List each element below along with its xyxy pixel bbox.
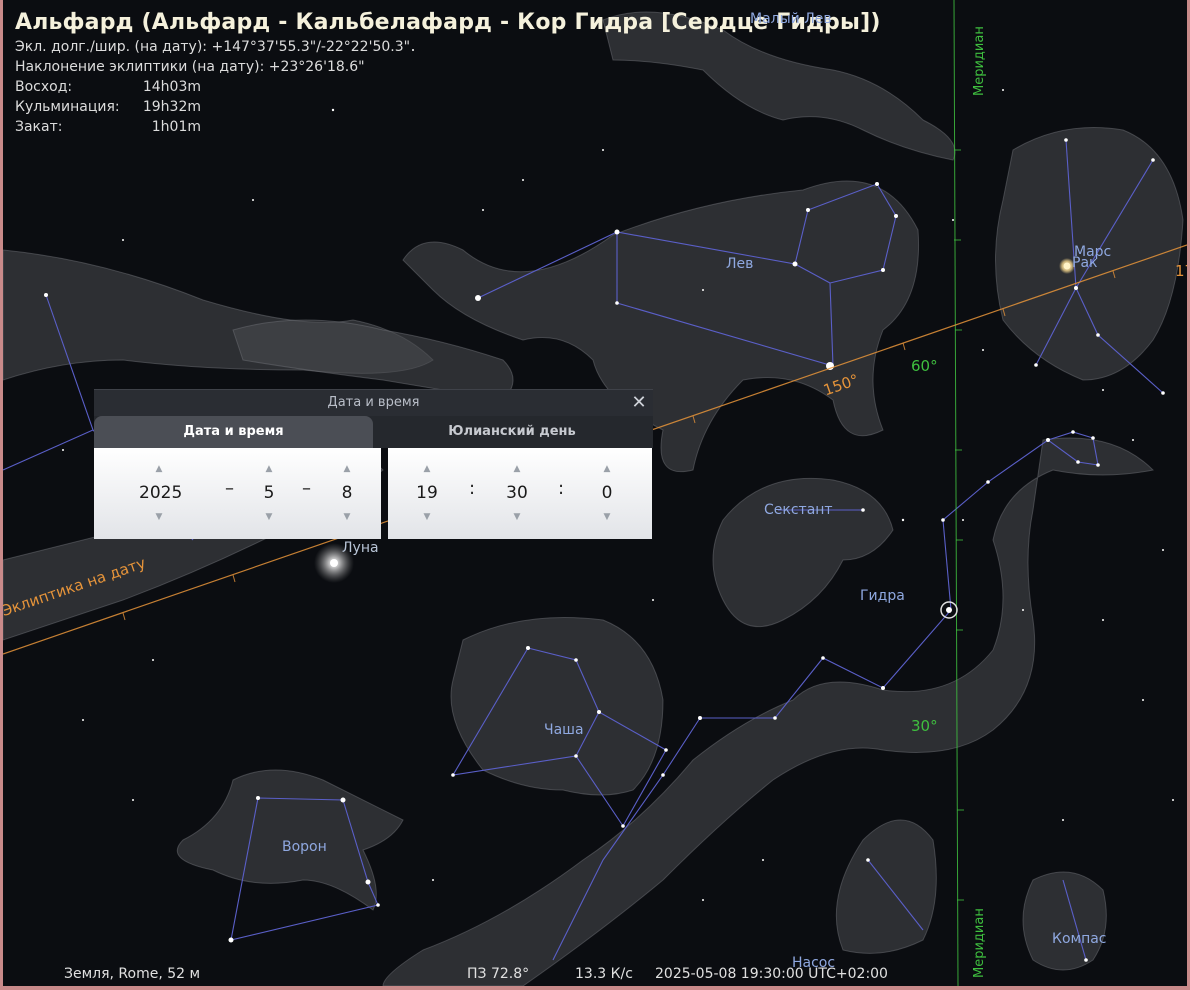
time-separator: : [469,478,476,499]
culmination-value: 19h32m [142,99,201,115]
year-up-arrow-icon[interactable]: ▲ [139,462,179,476]
rise-row: Восход: 14h03m [15,77,881,97]
year-value[interactable]: 2025 [139,476,182,510]
date-separator: – [225,478,234,499]
tab-julian-day[interactable]: Юлианский день [373,416,651,448]
dialog-title: Дата и время [327,395,420,410]
second-up-arrow-icon[interactable]: ▲ [587,462,627,476]
rise-label: Восход: [15,79,73,95]
dialog-tabs: Дата и время Юлианский день [94,416,653,448]
sky-view[interactable]: Альфард (Альфард - Кальбелафард - Кор Ги… [3,0,1187,986]
label-leo[interactable]: Лев [726,256,753,272]
status-fov: ПЗ 72.8° [467,966,530,982]
status-fps: 13.3 К/с [575,966,633,982]
meridian-label-top: Меридиан [972,26,987,96]
second-down-arrow-icon[interactable]: ▼ [587,510,627,524]
month-down-arrow-icon[interactable]: ▼ [249,510,289,524]
minute-value[interactable]: 30 [497,476,537,510]
day-value[interactable]: 8 [327,476,367,510]
ecliptic-deg-edge: 17 [1175,262,1187,280]
label-corvus[interactable]: Ворон [282,839,327,855]
minute-up-arrow-icon[interactable]: ▲ [497,462,537,476]
close-icon[interactable]: ✕ [629,390,649,416]
pyxis-art [835,819,937,954]
date-time-dialog: Дата и время ✕ Дата и время Юлианский де… [94,389,653,539]
month-up-arrow-icon[interactable]: ▲ [249,462,289,476]
label-crater[interactable]: Чаша [544,722,584,738]
time-separator: : [558,478,565,499]
minute-down-arrow-icon[interactable]: ▼ [497,510,537,524]
hour-up-arrow-icon[interactable]: ▲ [407,462,447,476]
culmination-label: Кульминация: [15,99,120,115]
status-bar: Земля, Rome, 52 м ПЗ 72.8° 13.3 К/с 2025… [3,963,1187,986]
set-label: Закат: [15,119,63,135]
year-spinbox[interactable]: ▲ 2025 ▼ [139,462,182,524]
set-row: Закат: 1h01m [15,117,881,137]
object-info-panel: Альфард (Альфард - Кальбелафард - Кор Ги… [15,10,881,137]
hour-down-arrow-icon[interactable]: ▼ [407,510,447,524]
day-down-arrow-icon[interactable]: ▼ [327,510,367,524]
year-down-arrow-icon[interactable]: ▼ [139,510,179,524]
label-hydra[interactable]: Гидра [860,588,905,604]
ecliptic-coordinates: Экл. долг./шир. (на дату): +147°37'55.3"… [15,39,411,55]
meridian-deg-60: 60° [911,357,938,375]
date-panel: ▲ 2025 ▼ – ▲ 5 ▼ – ▲ 8 ▼ [94,448,381,539]
hour-value[interactable]: 19 [407,476,447,510]
second-spinbox[interactable]: ▲ 0 ▼ [587,462,627,524]
second-value[interactable]: 0 [587,476,627,510]
virgo-art [232,319,514,401]
ecliptic-obliquity: Наклонение эклиптики (на дату): +23°26'1… [15,59,365,75]
rise-value: 14h03m [142,79,201,95]
sextant-art [712,477,894,628]
date-separator: – [302,478,311,499]
label-moon[interactable]: Луна [342,540,379,556]
label-cancer[interactable]: Рак [1072,255,1097,271]
label-sextant[interactable]: Секстант [764,502,833,518]
time-panel: ▲ 19 ▼ : ▲ 30 ▼ : ▲ 0 ▼ [388,448,652,539]
dialog-body: ▲ 2025 ▼ – ▲ 5 ▼ – ▲ 8 ▼ ▲ 19 ▼: ▲ 30 ▼… [94,448,653,539]
crater-art [450,617,664,796]
moon [330,559,338,567]
meridian-deg-30: 30° [911,717,938,735]
status-location: Земля, Rome, 52 м [64,966,201,982]
culmination-row: Кульминация: 19h32m [15,97,881,117]
hour-spinbox[interactable]: ▲ 19 ▼ [407,462,447,524]
month-value[interactable]: 5 [249,476,289,510]
label-pyxis[interactable]: Компас [1052,931,1107,947]
tab-date-time[interactable]: Дата и время [94,416,373,448]
day-spinbox[interactable]: ▲ 8 ▼ [327,462,367,524]
meridian-line [953,0,959,986]
status-datetime: 2025-05-08 19:30:00 UTC+02:00 [655,966,888,982]
set-value: 1h01m [151,119,201,135]
month-spinbox[interactable]: ▲ 5 ▼ [249,462,289,524]
label-leo-minor[interactable]: Малый Лев [750,11,832,27]
day-up-arrow-icon[interactable]: ▲ [327,462,367,476]
dialog-titlebar[interactable]: Дата и время ✕ [94,389,653,416]
selected-star-marker [940,601,958,619]
mars [1063,262,1071,270]
minute-spinbox[interactable]: ▲ 30 ▼ [497,462,537,524]
